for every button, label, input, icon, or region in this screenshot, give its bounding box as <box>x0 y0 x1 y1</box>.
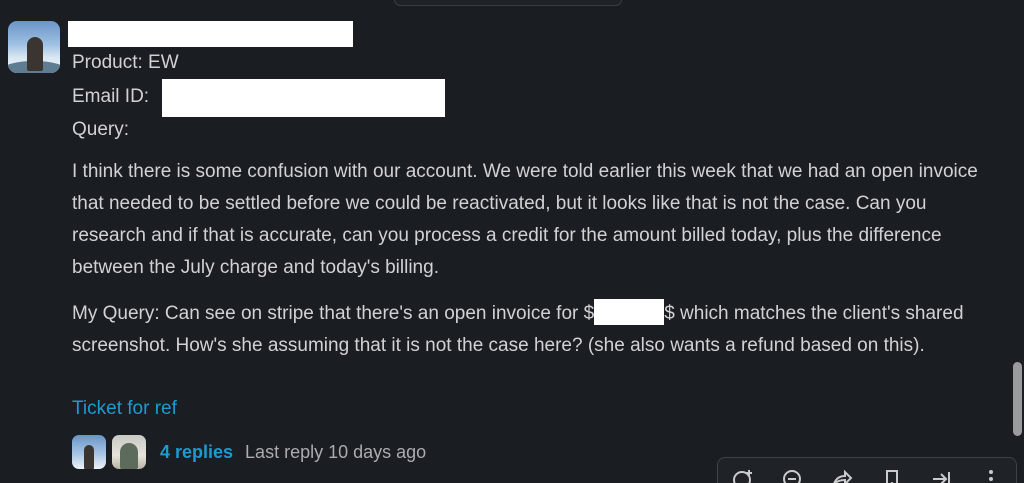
scrollbar-thumb[interactable] <box>1013 362 1022 436</box>
share-icon[interactable] <box>829 466 855 483</box>
replies-link[interactable]: 4 replies <box>160 442 233 463</box>
query-body: I think there is some confusion with our… <box>72 161 978 278</box>
redacted-amount <box>594 299 665 325</box>
message-view: Product: EW Email ID: Query: I think the… <box>0 0 1024 483</box>
reply-in-thread-icon[interactable] <box>779 466 805 483</box>
redacted-sender-name <box>68 21 353 47</box>
message-actions-toolbar <box>717 457 1017 483</box>
query-label: Query: <box>72 119 130 140</box>
avatar-person <box>27 37 43 71</box>
my-query: My Query: Can see on stripe that there's… <box>72 298 1002 362</box>
forward-icon[interactable] <box>928 466 954 483</box>
new-messages-pill[interactable] <box>394 0 622 6</box>
product-line: Product: EW <box>72 52 179 73</box>
add-reaction-icon[interactable] <box>730 466 756 483</box>
reply-avatar-1[interactable] <box>72 435 106 469</box>
avatar[interactable] <box>8 21 60 73</box>
more-icon[interactable] <box>978 466 1004 483</box>
last-reply-text: Last reply 10 days ago <box>245 441 427 462</box>
my-query-prefix: My Query: Can see on stripe that there's… <box>72 303 595 324</box>
ticket-link[interactable]: Ticket for ref <box>72 398 177 420</box>
email-label: Email ID: <box>72 86 150 107</box>
redacted-email <box>162 79 445 117</box>
reply-avatar-2[interactable] <box>112 435 146 469</box>
bookmark-icon[interactable] <box>879 466 905 483</box>
thread-summary[interactable]: 4 replies Last reply 10 days ago <box>72 434 426 470</box>
